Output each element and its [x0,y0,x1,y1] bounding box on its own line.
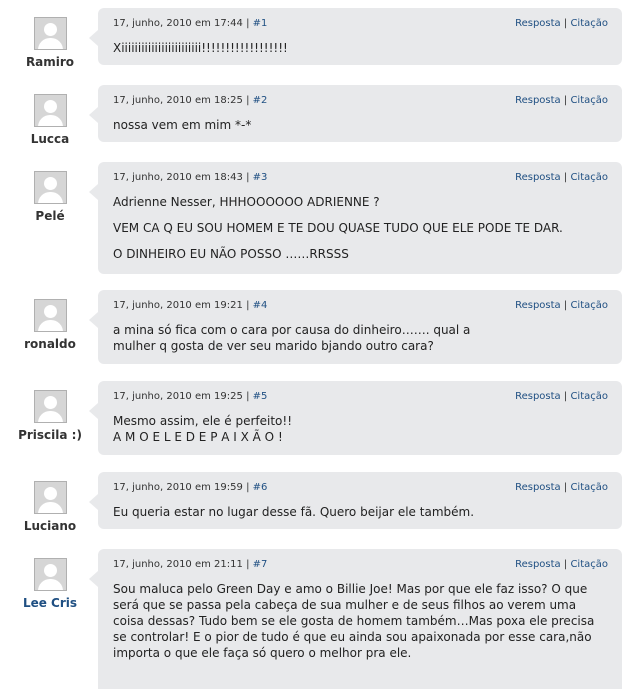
comment-bubble: 17, junho, 2010 em 18:25 | #2 Resposta |… [89,85,622,142]
comment-permalink[interactable]: #2 [253,95,268,106]
author-name: Pelé [35,209,65,223]
author-name: Ramiro [25,55,75,69]
author-name-link[interactable]: Lee Cris [0,596,100,610]
comment-body: Eu queria estar no lugar desse fã. Quero… [113,504,608,520]
reply-link[interactable]: Resposta [515,391,561,402]
comment-body: Mesmo assim, ele é perfeito!! A M O E L … [113,413,303,445]
quote-link[interactable]: Citação [570,300,608,311]
comment-paragraph: a mina só fica com o cara por causa do d… [113,323,471,353]
comment-meta: 17, junho, 2010 em 21:11 | #7 Resposta |… [113,559,608,570]
comment-date: 17, junho, 2010 em 18:43 [113,172,243,183]
comment-body: Xiiiiiiiiiiiiiiiiiiiiiiii!!!!!!!!!!!!!!!… [113,40,608,56]
comment-body: Adrienne Nesser, HHHOOOOOO ADRIENNE ? VE… [113,194,608,262]
comment-author: Lee Cris [0,558,100,610]
comment-paragraph: VEM CA Q EU SOU HOMEM E TE DOU QUASE TUD… [113,221,563,235]
comment-paragraph: Xiiiiiiiiiiiiiiiiiiiiiiii!!!!!!!!!!!!!!!… [113,41,288,55]
avatar [33,94,67,127]
reply-link[interactable]: Resposta [515,172,561,183]
comment-permalink[interactable]: #7 [253,559,268,570]
comment-paragraph: Sou maluca pelo Green Day e amo o Billie… [113,582,595,660]
avatar [33,481,67,514]
reply-link[interactable]: Resposta [515,300,561,311]
avatar [33,17,67,50]
comment-date: 17, junho, 2010 em 18:25 [113,95,243,106]
author-name: Luciano [23,519,77,533]
comment-bubble: 17, junho, 2010 em 21:11 | #7 Resposta |… [89,549,622,689]
comment-meta: 17, junho, 2010 em 19:21 | #4 Resposta |… [113,300,608,311]
comment-paragraph: Eu queria estar no lugar desse fã. Quero… [113,505,475,519]
reply-link[interactable]: Resposta [515,559,561,570]
comment-paragraph: Mesmo assim, ele é perfeito!! A M O E L … [113,414,292,444]
comment-bubble: 17, junho, 2010 em 19:25 | #5 Resposta |… [89,381,622,455]
comment-paragraph: Adrienne Nesser, HHHOOOOOO ADRIENNE ? [113,195,380,209]
comment-date: 17, junho, 2010 em 17:44 [113,18,243,29]
quote-link[interactable]: Citação [570,482,608,493]
reply-link[interactable]: Resposta [515,95,561,106]
comment-meta: 17, junho, 2010 em 18:25 | #2 Resposta |… [113,95,608,106]
comment-body: Sou maluca pelo Green Day e amo o Billie… [113,581,608,661]
quote-link[interactable]: Citação [570,95,608,106]
comment-bubble: 17, junho, 2010 em 17:44 | #1 Resposta |… [89,8,622,65]
comment-date: 17, junho, 2010 em 19:59 [113,482,243,493]
comment-bubble: 17, junho, 2010 em 19:21 | #4 Resposta |… [89,290,622,364]
comment-author: Ramiro [0,17,100,69]
quote-link[interactable]: Citação [570,559,608,570]
author-name: Priscila :) [18,428,82,442]
avatar [33,558,67,591]
author-name: Lucca [30,132,70,146]
quote-link[interactable]: Citação [570,391,608,402]
comment-author: Luciano [0,481,100,533]
reply-link[interactable]: Resposta [515,482,561,493]
comment-permalink[interactable]: #5 [253,391,268,402]
comment-date: 17, junho, 2010 em 19:21 [113,300,243,311]
comment-paragraph: nossa vem em mim *-* [113,118,252,132]
comment-author: Pelé [0,171,100,223]
comment-date: 17, junho, 2010 em 21:11 [113,559,243,570]
comment-body: nossa vem em mim *-* [113,117,608,133]
avatar [33,171,67,204]
avatar [33,299,67,332]
comment-meta: 17, junho, 2010 em 18:43 | #3 Resposta |… [113,172,608,183]
comment-permalink[interactable]: #4 [253,300,268,311]
comment-author: Priscila :) [0,390,100,442]
comment-author: ronaldo [0,299,100,351]
author-name: ronaldo [24,337,76,351]
quote-link[interactable]: Citação [570,18,608,29]
comment-meta: 17, junho, 2010 em 17:44 | #1 Resposta |… [113,18,608,29]
comment-body: a mina só fica com o cara por causa do d… [113,322,503,354]
quote-link[interactable]: Citação [570,172,608,183]
comment-permalink[interactable]: #6 [253,482,268,493]
comment-permalink[interactable]: #1 [253,18,268,29]
comment-date: 17, junho, 2010 em 19:25 [113,391,243,402]
comment-meta: 17, junho, 2010 em 19:25 | #5 Resposta |… [113,391,608,402]
comment-author: Lucca [0,94,100,146]
comment-bubble: 17, junho, 2010 em 19:59 | #6 Resposta |… [89,472,622,529]
comment-meta: 17, junho, 2010 em 19:59 | #6 Resposta |… [113,482,608,493]
avatar [33,390,67,423]
comment-bubble: 17, junho, 2010 em 18:43 | #3 Resposta |… [89,162,622,274]
comment-permalink[interactable]: #3 [253,172,268,183]
reply-link[interactable]: Resposta [515,18,561,29]
comment-paragraph: O DINHEIRO EU NÃO POSSO ……RRSSS [113,247,349,261]
